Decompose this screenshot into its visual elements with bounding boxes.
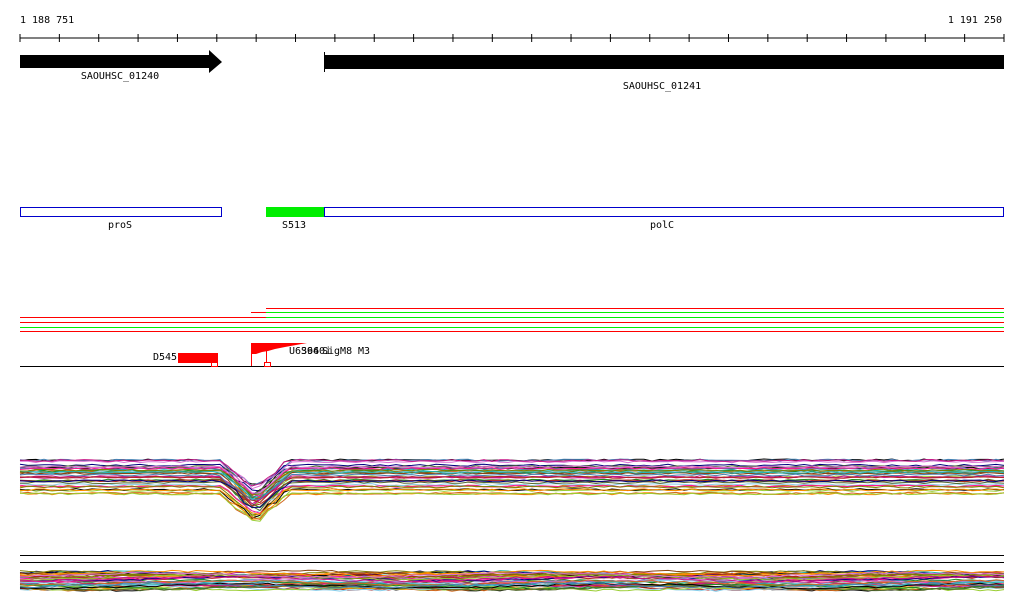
- gene-SAOUHSC_01240[interactable]: SAOUHSC_01240: [20, 50, 222, 82]
- coverage-line: [19, 492, 1005, 520]
- coverage-track-1: [19, 458, 1005, 522]
- marker-D545[interactable]: [178, 353, 218, 363]
- feature-S513[interactable]: [266, 207, 324, 217]
- marker-label: M3: [358, 346, 370, 357]
- alignment-lines: [20, 308, 1004, 332]
- coverage-line: [19, 492, 1005, 522]
- gene-bar[interactable]: [325, 55, 1004, 69]
- feature-track: proS S513 polC: [20, 207, 1004, 231]
- feature-proS[interactable]: [20, 207, 222, 217]
- ruler-end-label: 1 191 250: [948, 15, 1002, 26]
- feature-label: proS: [108, 220, 132, 231]
- coverage-line: [19, 491, 1005, 520]
- gene-track: SAOUHSC_01240 SAOUHSC_01241: [20, 50, 1004, 92]
- marker-track: D545 U6396 S640i SigM8 M3: [20, 343, 1004, 367]
- coverage-track-2: [19, 569, 1005, 592]
- marker-label: SigM8: [322, 346, 352, 357]
- ruler-start-label: 1 188 751: [20, 15, 74, 26]
- genome-browser-canvas[interactable]: 1 188 751 1 191 250 SAOUHSC_01240 SAOUHS…: [0, 0, 1024, 611]
- marker-label-left: D545: [153, 352, 177, 363]
- track-separator: [20, 555, 1004, 563]
- gene-label: SAOUHSC_01240: [81, 71, 159, 82]
- feature-label: polC: [650, 220, 674, 231]
- gene-arrow[interactable]: [20, 50, 222, 73]
- ruler: 1 188 751 1 191 250: [19, 15, 1005, 42]
- gene-SAOUHSC_01241[interactable]: SAOUHSC_01241: [324, 52, 1005, 92]
- feature-polC[interactable]: [324, 207, 1004, 217]
- gene-label: SAOUHSC_01241: [623, 81, 701, 92]
- feature-label: S513: [282, 220, 306, 231]
